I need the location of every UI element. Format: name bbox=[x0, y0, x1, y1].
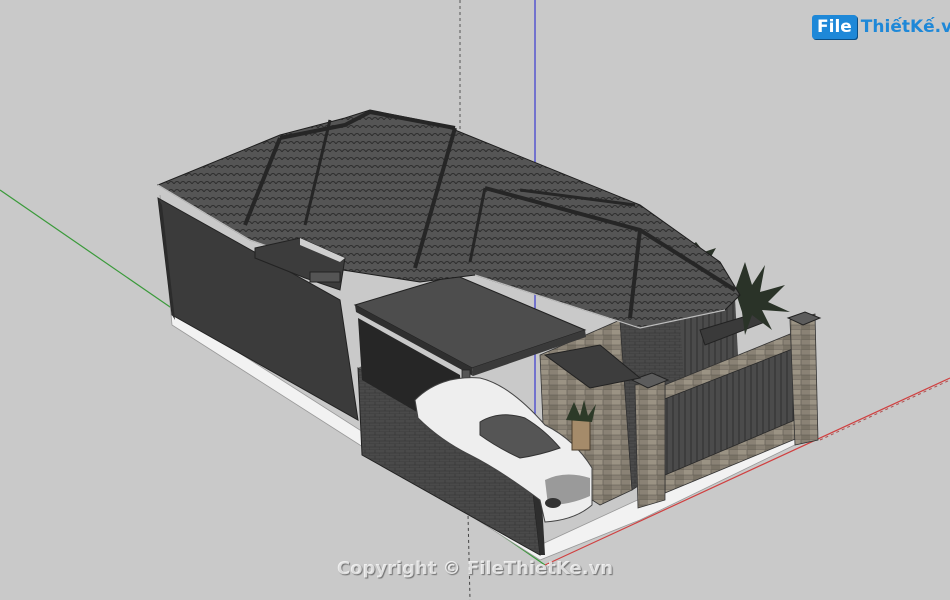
house-3d-model bbox=[0, 0, 950, 600]
logo-badge: File bbox=[812, 15, 857, 39]
logo-text: ThiếtKế.vn bbox=[860, 17, 950, 37]
copyright-watermark: Copyright © FileThietKe.vn bbox=[336, 558, 614, 579]
model-viewport[interactable] bbox=[0, 0, 950, 600]
chimney-block bbox=[309, 271, 341, 283]
brand-logo: File ThiếtKế.vn bbox=[812, 12, 950, 42]
